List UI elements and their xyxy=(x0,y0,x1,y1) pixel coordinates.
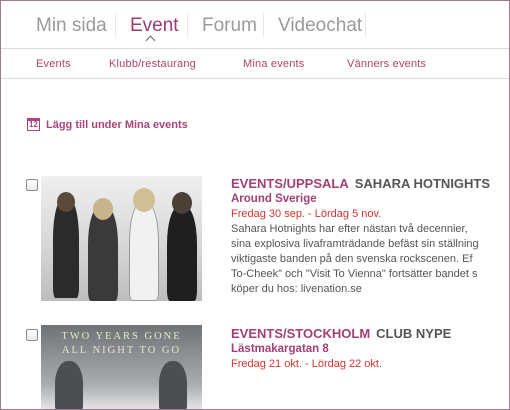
image-text-line: TWO YEARS GONE xyxy=(61,331,182,342)
event-name[interactable]: SAHARA HOTNIGHTS xyxy=(355,176,490,191)
subnav-klubb-restaurang[interactable]: Klubb/restaurang xyxy=(109,58,196,70)
page-frame: Min sida Event Forum Videochat Events Kl… xyxy=(0,0,510,410)
subnav-events[interactable]: Events xyxy=(36,58,71,70)
add-link-label: Lägg till under Mina events xyxy=(46,119,188,131)
event-details: EVENTS/UPPSALA SAHARA HOTNIGHTS Around Sv… xyxy=(231,176,509,297)
event-category[interactable]: EVENTS/STOCKHOLM xyxy=(231,326,370,341)
active-tab-caret-icon xyxy=(145,35,156,46)
description-line: viktigaste banden på den svenska rocksce… xyxy=(231,253,473,265)
tab-videochat[interactable]: Videochat xyxy=(278,15,362,37)
subnav-mina-events[interactable]: Mina events xyxy=(243,58,305,70)
event-details: EVENTS/STOCKHOLM CLUB NYPE Lästmakargatan… xyxy=(231,326,509,370)
description-line: To-Cheek" och "Visit To Vienna" fortsätt… xyxy=(231,268,478,280)
description-line: Sahara Hotnights har efter nästan två de… xyxy=(231,223,468,235)
image-text-line: ALL NIGHT TO GO xyxy=(61,345,182,356)
subnav-vanners-events[interactable]: Vänners events xyxy=(347,58,426,70)
event-image[interactable] xyxy=(41,176,202,301)
event-heading[interactable]: EVENTS/UPPSALA SAHARA HOTNIGHTS xyxy=(231,176,509,191)
calendar-icon xyxy=(27,118,40,131)
sub-navigation: Events Klubb/restaurang Mina events Vänn… xyxy=(1,49,509,79)
tab-separator xyxy=(365,13,366,37)
top-navigation: Min sida Event Forum Videochat xyxy=(1,1,509,49)
description-line: köper du hos: livenation.se xyxy=(231,283,362,295)
event-category[interactable]: EVENTS/UPPSALA xyxy=(231,176,349,191)
tab-forum[interactable]: Forum xyxy=(202,15,257,37)
event-image[interactable]: TWO YEARS GONE ALL NIGHT TO GO xyxy=(41,325,202,409)
event-date: Fredag 30 sep. - Lördag 5 nov. xyxy=(231,208,382,220)
tab-event[interactable]: Event xyxy=(130,15,179,37)
event-select-checkbox[interactable] xyxy=(26,179,38,191)
event-date: Fredag 21 okt. - Lördag 22 okt. xyxy=(231,358,383,370)
event-description: Sahara Hotnights har efter nästan två de… xyxy=(231,222,509,297)
event-heading[interactable]: EVENTS/STOCKHOLM CLUB NYPE xyxy=(231,326,509,341)
event-select-checkbox[interactable] xyxy=(26,329,38,341)
tab-min-sida[interactable]: Min sida xyxy=(36,15,107,37)
event-subtitle: Lästmakargatan 8 xyxy=(231,343,329,355)
tab-separator xyxy=(263,13,264,37)
description-line: sina explosiva livaframträdande befäst s… xyxy=(231,238,479,250)
event-name[interactable]: CLUB NYPE xyxy=(376,326,451,341)
event-subtitle: Around Sverige xyxy=(231,193,317,205)
tab-separator xyxy=(187,13,188,37)
tab-separator xyxy=(115,13,116,37)
